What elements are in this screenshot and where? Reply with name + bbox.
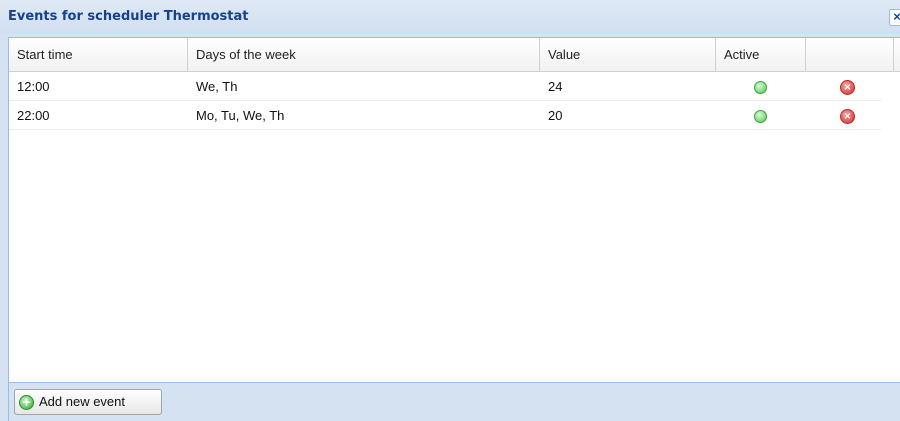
active-status-icon[interactable] — [754, 110, 767, 123]
add-new-event-button[interactable]: + Add new event — [14, 389, 162, 415]
cell-value: 24 — [548, 79, 563, 94]
window-titlebar: Events for scheduler Thermostat × — [0, 0, 900, 34]
events-grid: Start time Days of the week Value Active… — [8, 37, 900, 382]
cell-start-time: 12:00 — [17, 79, 50, 94]
delete-icon[interactable]: × — [840, 80, 855, 95]
delete-icon[interactable]: × — [840, 109, 855, 124]
column-header-start-time[interactable]: Start time — [9, 38, 188, 72]
window-title: Events for scheduler Thermostat — [8, 9, 249, 24]
cell-days: We, Th — [196, 79, 238, 94]
column-header-actions — [806, 38, 894, 72]
cell-start-time: 22:00 — [17, 108, 50, 123]
add-icon: + — [19, 395, 34, 410]
add-new-event-label: Add new event — [39, 394, 126, 409]
column-header-value[interactable]: Value — [540, 38, 716, 72]
cell-value: 20 — [548, 108, 563, 123]
column-header-days-of-week[interactable]: Days of the week — [188, 38, 540, 72]
close-button[interactable]: × — [889, 9, 900, 26]
scheduler-events-window: Events for scheduler Thermostat × Start … — [0, 0, 900, 421]
cell-days: Mo, Tu, We, Th — [196, 108, 285, 123]
column-header-active[interactable]: Active — [716, 38, 806, 72]
table-row[interactable]: 12:00 We, Th 24 × — [9, 72, 881, 101]
grid-footer-toolbar: + Add new event — [8, 382, 900, 421]
table-row[interactable]: 22:00 Mo, Tu, We, Th 20 × — [9, 101, 881, 130]
grid-header: Start time Days of the week Value Active — [9, 38, 900, 72]
active-status-icon[interactable] — [754, 81, 767, 94]
close-icon: × — [893, 9, 900, 24]
